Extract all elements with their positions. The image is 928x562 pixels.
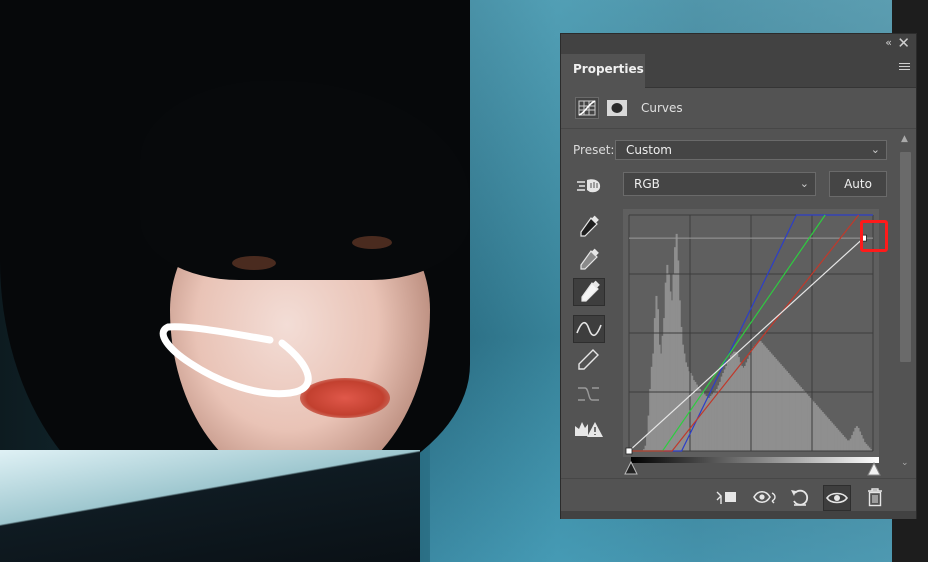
panel-menu-icon[interactable]: [899, 63, 910, 72]
left-eye: [232, 256, 276, 270]
shirt-collar: [0, 450, 420, 562]
targeted-adjustment-hand-icon[interactable]: [575, 174, 603, 198]
scroll-up-icon[interactable]: ▲: [901, 134, 908, 144]
auto-button[interactable]: Auto: [829, 171, 887, 197]
adjustment-name: Curves: [641, 101, 683, 115]
layer-mask-icon[interactable]: [605, 97, 629, 119]
highlight-annotation: [860, 220, 888, 252]
pencil-icon[interactable]: [573, 347, 605, 375]
smooth-curve-icon[interactable]: [573, 381, 605, 409]
toggle-visibility-icon[interactable]: [823, 485, 851, 511]
right-eye: [352, 236, 392, 249]
curves-graph[interactable]: [623, 209, 879, 457]
channel-value: RGB: [634, 177, 660, 191]
reset-icon[interactable]: [786, 485, 814, 511]
curve-control-point[interactable]: [625, 447, 633, 455]
curves-adjustment-icon[interactable]: [575, 97, 599, 119]
channel-dropdown[interactable]: RGB ⌄: [623, 172, 816, 196]
input-levels-gradient: [631, 457, 879, 463]
view-previous-state-icon[interactable]: [751, 485, 779, 511]
chevron-down-icon: ⌄: [799, 177, 809, 190]
white-input-slider[interactable]: [867, 462, 881, 476]
panel-scrollbar[interactable]: ▲ ⌄: [898, 134, 912, 472]
black-point-eyedropper-icon[interactable]: [573, 214, 605, 242]
panel-resize-bar[interactable]: [561, 511, 916, 519]
white-point-eyedropper-icon[interactable]: [573, 278, 605, 306]
scroll-thumb[interactable]: [900, 152, 911, 362]
preset-value: Custom: [626, 143, 672, 157]
close-icon[interactable]: ✕: [897, 34, 910, 52]
clipping-warning-icon[interactable]: [573, 416, 605, 444]
gray-point-eyedropper-icon[interactable]: [573, 247, 605, 275]
black-input-slider[interactable]: [624, 461, 638, 475]
clip-to-layer-icon[interactable]: [713, 485, 741, 511]
annotation-stroke: [159, 323, 312, 398]
preset-dropdown[interactable]: Custom ⌄: [615, 140, 887, 160]
tab-row: Properties: [561, 54, 916, 88]
chevron-down-icon: ⌄: [870, 143, 880, 156]
scroll-down-icon[interactable]: ⌄: [901, 458, 909, 468]
curve-points-icon[interactable]: [573, 315, 605, 343]
adjustment-header: Curves: [561, 88, 916, 129]
trash-icon[interactable]: [861, 485, 889, 511]
panel-titlebar: « ✕: [561, 34, 916, 54]
preset-label: Preset:: [573, 143, 615, 157]
collapse-icon[interactable]: «: [885, 36, 892, 49]
tab-properties[interactable]: Properties: [561, 54, 645, 88]
properties-panel: « ✕ Properties Curves Preset: Custom ⌄ R…: [560, 33, 917, 519]
